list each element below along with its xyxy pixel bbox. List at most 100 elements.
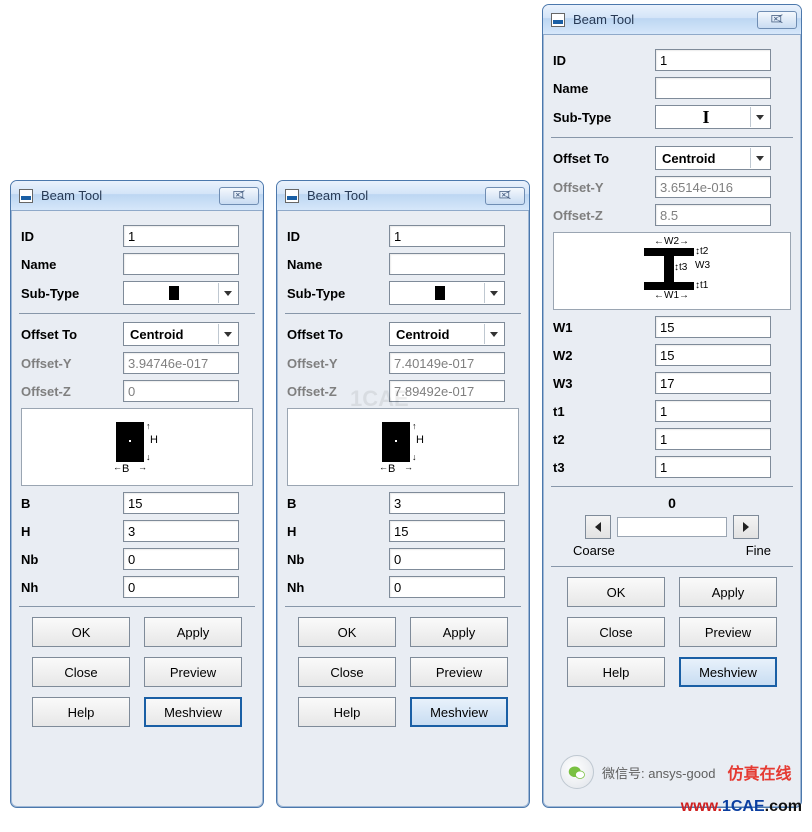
- W3-input[interactable]: [655, 372, 771, 394]
- Nh-input[interactable]: [123, 576, 239, 598]
- mesh-quality-value: 0: [553, 495, 791, 511]
- close-button[interactable]: Close: [567, 617, 665, 647]
- offset-to-select[interactable]: Centroid: [655, 146, 771, 170]
- subtype-select[interactable]: [389, 281, 505, 305]
- id-label: ID: [21, 229, 123, 244]
- app-icon: [19, 189, 33, 203]
- apply-button[interactable]: Apply: [410, 617, 508, 647]
- id-input[interactable]: [389, 225, 505, 247]
- fine-label: Fine: [746, 543, 771, 558]
- offset-z-label: Offset-Z: [287, 384, 389, 399]
- B-input[interactable]: [389, 492, 505, 514]
- name-label: Name: [21, 257, 123, 272]
- id-input[interactable]: [655, 49, 771, 71]
- dropdown-arrow-icon: [750, 107, 768, 127]
- slider-step-left[interactable]: [585, 515, 611, 539]
- H-label: H: [287, 524, 389, 539]
- H-input[interactable]: [389, 520, 505, 542]
- subtype-select[interactable]: I: [655, 105, 771, 129]
- offset-to-label: Offset To: [553, 151, 655, 166]
- W2-input[interactable]: [655, 344, 771, 366]
- id-input[interactable]: [123, 225, 239, 247]
- coarse-label: Coarse: [573, 543, 615, 558]
- ok-button[interactable]: OK: [567, 577, 665, 607]
- preview-button[interactable]: Preview: [410, 657, 508, 687]
- titlebar[interactable]: Beam Tool: [543, 5, 801, 35]
- B-label: B: [287, 496, 389, 511]
- site-url: www.1CAE.com: [681, 798, 802, 816]
- subtype-label: Sub-Type: [553, 110, 655, 125]
- meshview-button[interactable]: Meshview: [410, 697, 508, 727]
- apply-button[interactable]: Apply: [144, 617, 242, 647]
- window-title: Beam Tool: [307, 188, 485, 203]
- H-input[interactable]: [123, 520, 239, 542]
- Nb-input[interactable]: [123, 548, 239, 570]
- t1-label: t1: [553, 404, 655, 419]
- offset-z-label: Offset-Z: [21, 384, 123, 399]
- close-button[interactable]: Close: [32, 657, 130, 687]
- Nb-input[interactable]: [389, 548, 505, 570]
- name-input[interactable]: [389, 253, 505, 275]
- offset-y-display: 3.94746e-017: [123, 352, 239, 374]
- mesh-quality-slider[interactable]: [617, 517, 727, 537]
- offset-z-display: 8.5: [655, 204, 771, 226]
- help-button[interactable]: Help: [32, 697, 130, 727]
- meshview-button[interactable]: Meshview: [679, 657, 777, 687]
- W3-label: W3: [553, 376, 655, 391]
- close-button[interactable]: Close: [298, 657, 396, 687]
- dropdown-arrow-icon: [484, 283, 502, 303]
- t2-input[interactable]: [655, 428, 771, 450]
- titlebar[interactable]: Beam Tool: [277, 181, 529, 211]
- beam-tool-dialog-2: Beam Tool ID Name Sub-Type Offset To Cen…: [276, 180, 530, 808]
- section-diagram: H B ↑↓ ←→: [287, 408, 519, 486]
- offset-z-display: 0: [123, 380, 239, 402]
- beam-tool-dialog-3: Beam Tool ID Name Sub-Type I Offset To C…: [542, 4, 802, 808]
- offset-to-label: Offset To: [21, 327, 123, 342]
- preview-button[interactable]: Preview: [144, 657, 242, 687]
- meshview-button[interactable]: Meshview: [144, 697, 242, 727]
- B-input[interactable]: [123, 492, 239, 514]
- Nh-input[interactable]: [389, 576, 505, 598]
- slider-step-right[interactable]: [733, 515, 759, 539]
- subtype-select[interactable]: [123, 281, 239, 305]
- W1-label: W1: [553, 320, 655, 335]
- close-icon: [771, 14, 784, 25]
- close-icon: [233, 190, 246, 201]
- W2-label: W2: [553, 348, 655, 363]
- titlebar[interactable]: Beam Tool: [11, 181, 263, 211]
- ok-button[interactable]: OK: [298, 617, 396, 647]
- window-close-button[interactable]: [757, 11, 797, 29]
- name-input[interactable]: [655, 77, 771, 99]
- W1-input[interactable]: [655, 316, 771, 338]
- offset-y-label: Offset-Y: [21, 356, 123, 371]
- Nb-label: Nb: [21, 552, 123, 567]
- subtype-label: Sub-Type: [21, 286, 123, 301]
- apply-button[interactable]: Apply: [679, 577, 777, 607]
- app-icon: [285, 189, 299, 203]
- dropdown-arrow-icon: [750, 148, 768, 168]
- offset-to-select[interactable]: Centroid: [389, 322, 505, 346]
- window-title: Beam Tool: [573, 12, 757, 27]
- offset-y-label: Offset-Y: [553, 180, 655, 195]
- t1-input[interactable]: [655, 400, 771, 422]
- offset-to-select[interactable]: Centroid: [123, 322, 239, 346]
- help-button[interactable]: Help: [567, 657, 665, 687]
- offset-y-display: 3.6514e-016: [655, 176, 771, 198]
- dropdown-arrow-icon: [218, 283, 236, 303]
- name-input[interactable]: [123, 253, 239, 275]
- offset-y-label: Offset-Y: [287, 356, 389, 371]
- B-label: B: [21, 496, 123, 511]
- window-close-button[interactable]: [219, 187, 259, 205]
- Nh-label: Nh: [21, 580, 123, 595]
- ok-button[interactable]: OK: [32, 617, 130, 647]
- t3-input[interactable]: [655, 456, 771, 478]
- help-button[interactable]: Help: [298, 697, 396, 727]
- offset-y-display: 7.40149e-017: [389, 352, 505, 374]
- name-label: Name: [553, 81, 655, 96]
- window-close-button[interactable]: [485, 187, 525, 205]
- preview-button[interactable]: Preview: [679, 617, 777, 647]
- Nh-label: Nh: [287, 580, 389, 595]
- offset-z-label: Offset-Z: [553, 208, 655, 223]
- section-diagram: H B ↑↓ ←→: [21, 408, 253, 486]
- app-icon: [551, 13, 565, 27]
